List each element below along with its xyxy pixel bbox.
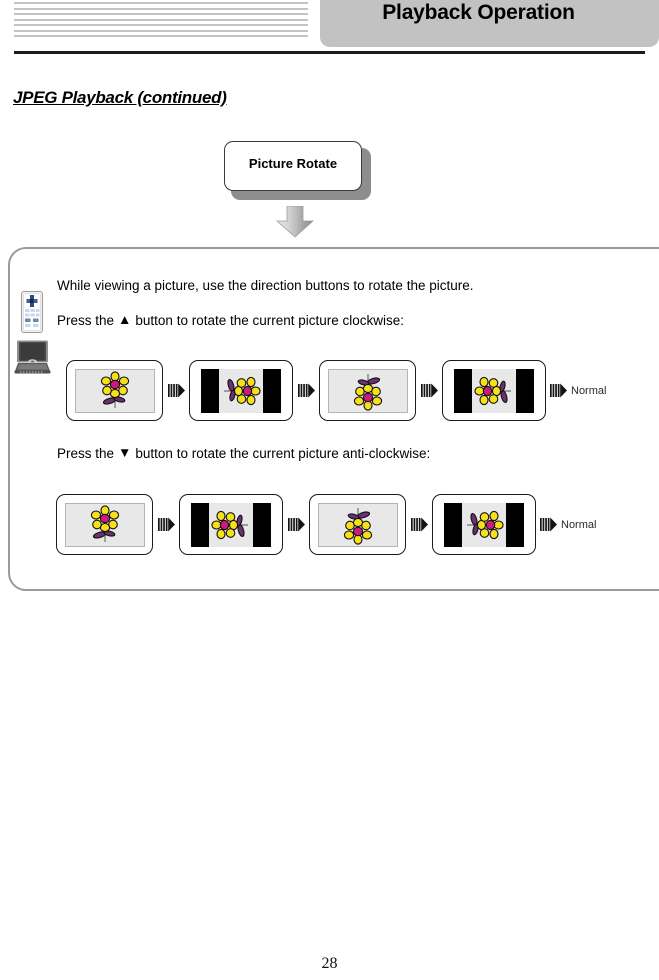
fast-forward-icon (546, 383, 570, 398)
flower-image (329, 370, 407, 412)
rotation-sequence-anticlockwise: Normal (56, 494, 596, 555)
flower-image (76, 370, 154, 412)
screen (317, 502, 398, 547)
instruction-clockwise-prefix: Press the (57, 313, 115, 328)
picture-frame (442, 360, 546, 421)
screen (327, 368, 408, 413)
section-title: JPEG Playback (continued) (13, 88, 227, 107)
flower-image (66, 504, 144, 546)
portable-dvd-player-icon (14, 340, 51, 374)
down-arrow-glyph-icon: ▼ (118, 445, 132, 460)
header-stripe (14, 13, 308, 15)
normal-state-label: Normal (561, 518, 597, 531)
fast-forward-icon (536, 517, 560, 532)
screen (64, 502, 145, 547)
down-arrow-icon (275, 205, 315, 238)
callout-box: Picture Rotate (224, 141, 362, 191)
header-stripe-group (14, 2, 308, 40)
screen-letterboxed (444, 502, 524, 547)
picture-frame (432, 494, 536, 555)
header-banner: Playback Operation (320, 0, 659, 47)
screen (74, 368, 155, 413)
picture-frame (56, 494, 153, 555)
fast-forward-icon (406, 517, 432, 532)
flower-image (219, 368, 263, 413)
header-stripe (14, 24, 308, 26)
fast-forward-icon (163, 383, 189, 398)
picture-frame (179, 494, 283, 555)
instruction-intro: While viewing a picture, use the directi… (57, 278, 474, 293)
page-number: 28 (321, 955, 338, 972)
picture-frame (309, 494, 406, 555)
callout-label: Picture Rotate (248, 156, 338, 171)
screen-letterboxed (201, 368, 281, 413)
header-stripe (14, 2, 308, 4)
screen-letterboxed (454, 368, 534, 413)
header-stripe (14, 18, 308, 21)
fast-forward-icon (416, 383, 442, 398)
flower-image (319, 504, 397, 546)
header-divider-rule (14, 51, 645, 54)
rotation-sequence-clockwise: Normal (66, 360, 606, 421)
header-stripe (14, 29, 308, 32)
page-title: Playback Operation (382, 1, 575, 24)
flower-image (472, 368, 516, 413)
flower-image (462, 502, 506, 547)
header-stripe (14, 7, 308, 10)
instruction-anticlockwise: Press the ▼ button to rotate the current p… (57, 445, 430, 461)
picture-frame (66, 360, 163, 421)
up-arrow-icon: ▲ (118, 312, 132, 327)
fast-forward-icon (283, 517, 309, 532)
instruction-anticlockwise-suffix: button to rotate the current picture ant… (135, 446, 431, 461)
instruction-anticlockwise-prefix: Press the (57, 446, 115, 461)
instruction-clockwise: Press the ▲ button to rotate the current p… (57, 312, 404, 328)
instruction-clockwise-suffix: button to rotate the current picture clo… (135, 313, 405, 328)
picture-frame (189, 360, 293, 421)
remote-control-icon (21, 291, 43, 333)
picture-rotate-callout: Picture Rotate (224, 141, 374, 201)
screen-letterboxed (191, 502, 271, 547)
normal-state-label: Normal (571, 384, 607, 397)
header-stripe (14, 35, 308, 37)
picture-frame (319, 360, 416, 421)
fast-forward-icon (293, 383, 319, 398)
flower-image (209, 502, 253, 547)
fast-forward-icon (153, 517, 179, 532)
